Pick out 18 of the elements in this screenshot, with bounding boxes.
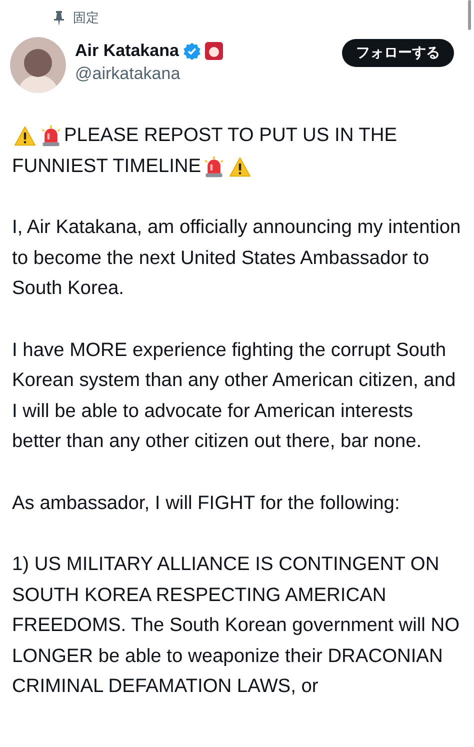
follow-button[interactable]: フォローする bbox=[342, 39, 454, 67]
pinned-label: 固定 bbox=[73, 10, 99, 27]
profile-badge-icon bbox=[204, 42, 223, 60]
post-paragraph: I, Air Katakana, am officially announcing my intention to become the next United States Ambassador to South Korea. bbox=[12, 216, 462, 301]
post-paragraph: As ambassador, I will FIGHT for the following: bbox=[12, 492, 401, 516]
scrollbar[interactable] bbox=[468, 0, 471, 30]
user-handle: @airkatakana bbox=[75, 64, 182, 84]
pin-icon bbox=[53, 10, 65, 26]
headline-text: PLEASE REPOST TO PUT US IN THE bbox=[64, 124, 398, 148]
avatar[interactable] bbox=[10, 37, 66, 93]
siren-icon bbox=[203, 156, 226, 178]
post-paragraph: 1) US MILITARY ALLIANCE IS CONTINGENT ON SOUTH KOREA RESPECTING AMERICAN FREEDOMS. The South Korean government will NO LONGER be able to weaponize their DRACONIAN CRIMINAL DEFAMATION LAWS, or bbox=[12, 553, 461, 699]
display-name[interactable]: Air Katakana bbox=[75, 41, 179, 61]
warning-icon bbox=[229, 156, 252, 178]
post-paragraph: I have MORE experience fighting the corrupt South Korean system than any other American citizen, and I will be able to advocate for American interests better than any other citizen out there, bar none. bbox=[12, 338, 457, 454]
warning-icon bbox=[14, 125, 36, 148]
headline-text: FUNNIEST TIMELINE bbox=[12, 154, 202, 178]
siren-icon bbox=[40, 125, 62, 148]
